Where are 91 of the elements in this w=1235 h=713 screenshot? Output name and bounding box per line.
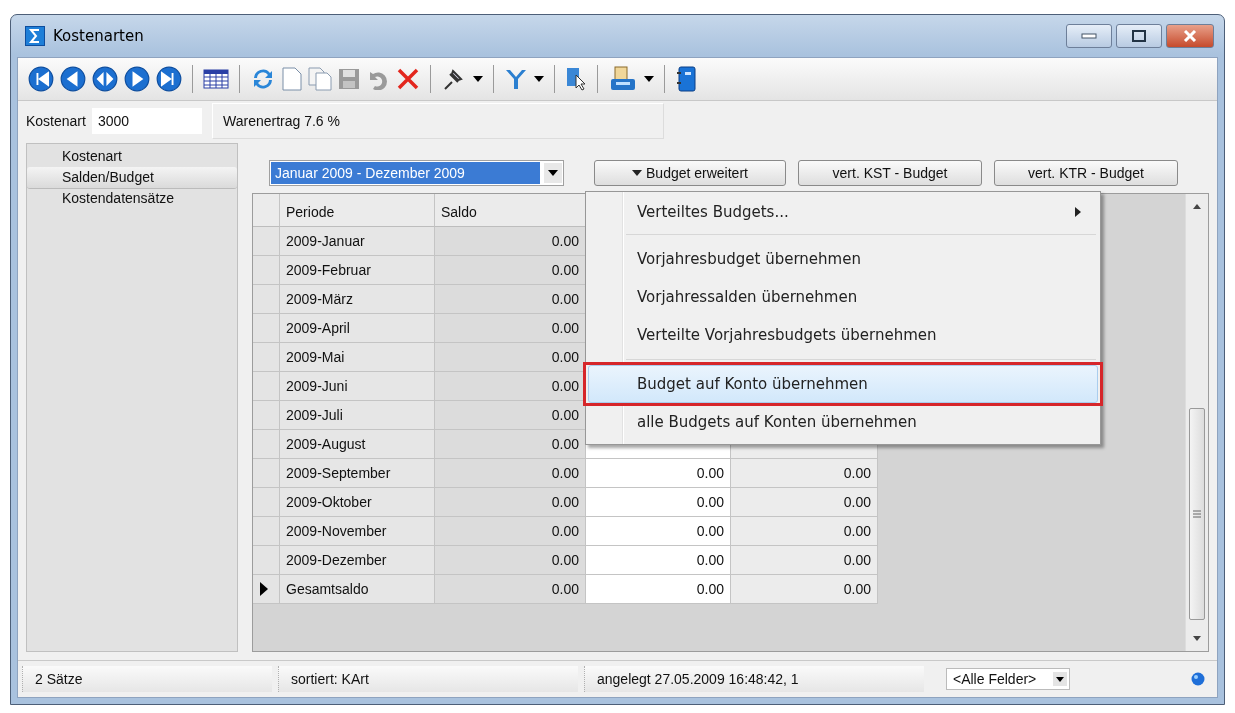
table-cell: 0.00 [435, 575, 586, 604]
table-cell: 2009-Mai [280, 343, 435, 372]
table-cell[interactable]: 0.00 [586, 459, 731, 488]
sigma-icon [25, 26, 45, 46]
menu-item[interactable]: Verteiltes Budgets... [588, 195, 1098, 229]
first-record-icon[interactable] [28, 66, 54, 92]
close-icon [1183, 30, 1197, 42]
sidebar-item[interactable]: Salden/Budget [27, 167, 237, 188]
cost-type-field[interactable]: 3000 [92, 108, 202, 134]
submenu-arrow-icon [1075, 207, 1081, 217]
dropdown-caret-icon[interactable] [548, 170, 558, 176]
last-record-icon[interactable] [156, 66, 182, 92]
table-cell: 0.00 [435, 430, 586, 459]
table-cell: 2009-Juni [280, 372, 435, 401]
table-cell: 2009-September [280, 459, 435, 488]
corner-cell [253, 194, 280, 227]
table-cell: 0.00 [435, 314, 586, 343]
status-text: 2 Sätze [22, 666, 272, 692]
period-dropdown[interactable]: Januar 2009 - Dezember 2009 [269, 160, 564, 186]
table-cell: 2009-März [280, 285, 435, 314]
table-cell: 2009-Januar [280, 227, 435, 256]
scrollbar-thumb[interactable] [1189, 408, 1205, 620]
minimize-icon [1081, 33, 1097, 39]
dropdown-caret-icon[interactable] [473, 76, 483, 82]
table-cell: 2009-Dezember [280, 546, 435, 575]
table-cell: 0.00 [435, 285, 586, 314]
table-cell: 2009-Februar [280, 256, 435, 285]
vertical-scrollbar[interactable] [1185, 194, 1208, 651]
maximize-icon [1132, 30, 1146, 42]
menu-item[interactable]: Verteilte Vorjahresbudgets übernehmen [588, 316, 1098, 354]
globe-icon [1191, 672, 1205, 686]
table-cell: 0.00 [435, 517, 586, 546]
notebook-icon[interactable] [675, 66, 697, 92]
menu-item[interactable]: Vorjahressalden übernehmen [588, 278, 1098, 316]
table-cell: 0.00 [731, 575, 878, 604]
dropdown-caret-icon[interactable] [1053, 672, 1067, 686]
window-title: Kostenarten [53, 27, 144, 45]
table-cell: 0.00 [731, 488, 878, 517]
table-cell[interactable]: 0.00 [586, 546, 731, 575]
scroll-up-icon[interactable] [1193, 204, 1201, 209]
table-cell: 0.00 [435, 343, 586, 372]
table-cell: 0.00 [435, 256, 586, 285]
pointer-icon[interactable] [565, 66, 587, 92]
status-text: angelegt 27.05.2009 16:48:42, 1 [584, 666, 924, 692]
current-row-icon [259, 582, 269, 596]
dropdown-caret-icon[interactable] [534, 76, 544, 82]
menu-button[interactable]: Budget erweitert [594, 160, 786, 186]
caret-icon [632, 170, 642, 176]
table-cell[interactable]: 0.00 [586, 517, 731, 546]
close-button[interactable] [1166, 24, 1214, 48]
table-cell[interactable]: 0.00 [586, 575, 731, 604]
row-header[interactable] [253, 575, 280, 604]
table-cell: 0.00 [435, 459, 586, 488]
table-cell: 0.00 [435, 546, 586, 575]
table-cell: 0.00 [731, 517, 878, 546]
save-icon [338, 68, 360, 90]
table-cell: 2009-August [280, 430, 435, 459]
table-cell: 0.00 [731, 459, 878, 488]
table-cell: Gesamtsaldo [280, 575, 435, 604]
minimize-button[interactable] [1066, 24, 1112, 48]
field-label: Kostenart [26, 113, 87, 129]
field-filter-dropdown[interactable]: <Alle Felder> [946, 668, 1070, 690]
table-cell: 0.00 [731, 546, 878, 575]
table-cell[interactable]: 0.00 [586, 488, 731, 517]
sidebar-item[interactable]: Kostendatensätze [27, 188, 237, 209]
table-cell: 2009-Juli [280, 401, 435, 430]
menu-item[interactable]: alle Budgets auf Konten übernehmen [588, 403, 1098, 441]
description-text: Warenertrag 7.6 % [212, 103, 664, 139]
previous-record-icon[interactable] [60, 66, 86, 92]
table-cell: 2009-Oktober [280, 488, 435, 517]
table-cell: 0.00 [435, 401, 586, 430]
budget-button[interactable]: vert. KTR - Budget [994, 160, 1178, 186]
table-cell: 2009-November [280, 517, 435, 546]
table-cell: 2009-April [280, 314, 435, 343]
column-header[interactable]: Saldo [435, 194, 586, 227]
column-header[interactable]: Periode [280, 194, 435, 227]
next-record-icon[interactable] [124, 66, 150, 92]
sidebar-item[interactable]: Kostenart [27, 146, 237, 167]
table-cell: 0.00 [435, 488, 586, 517]
printer-icon[interactable] [608, 66, 638, 92]
maximize-button[interactable] [1116, 24, 1162, 48]
table-icon[interactable] [203, 68, 229, 90]
menu-item[interactable]: Vorjahresbudget übernehmen [588, 240, 1098, 278]
dropdown-caret-icon[interactable] [644, 76, 654, 82]
delete-icon[interactable] [396, 67, 420, 91]
status-text: sortiert: KArt [278, 666, 578, 692]
table-cell: 0.00 [435, 372, 586, 401]
budget-button[interactable]: vert. KST - Budget [798, 160, 982, 186]
scroll-down-icon[interactable] [1193, 636, 1201, 641]
filter-icon[interactable] [504, 68, 528, 90]
table-cell: 0.00 [435, 227, 586, 256]
